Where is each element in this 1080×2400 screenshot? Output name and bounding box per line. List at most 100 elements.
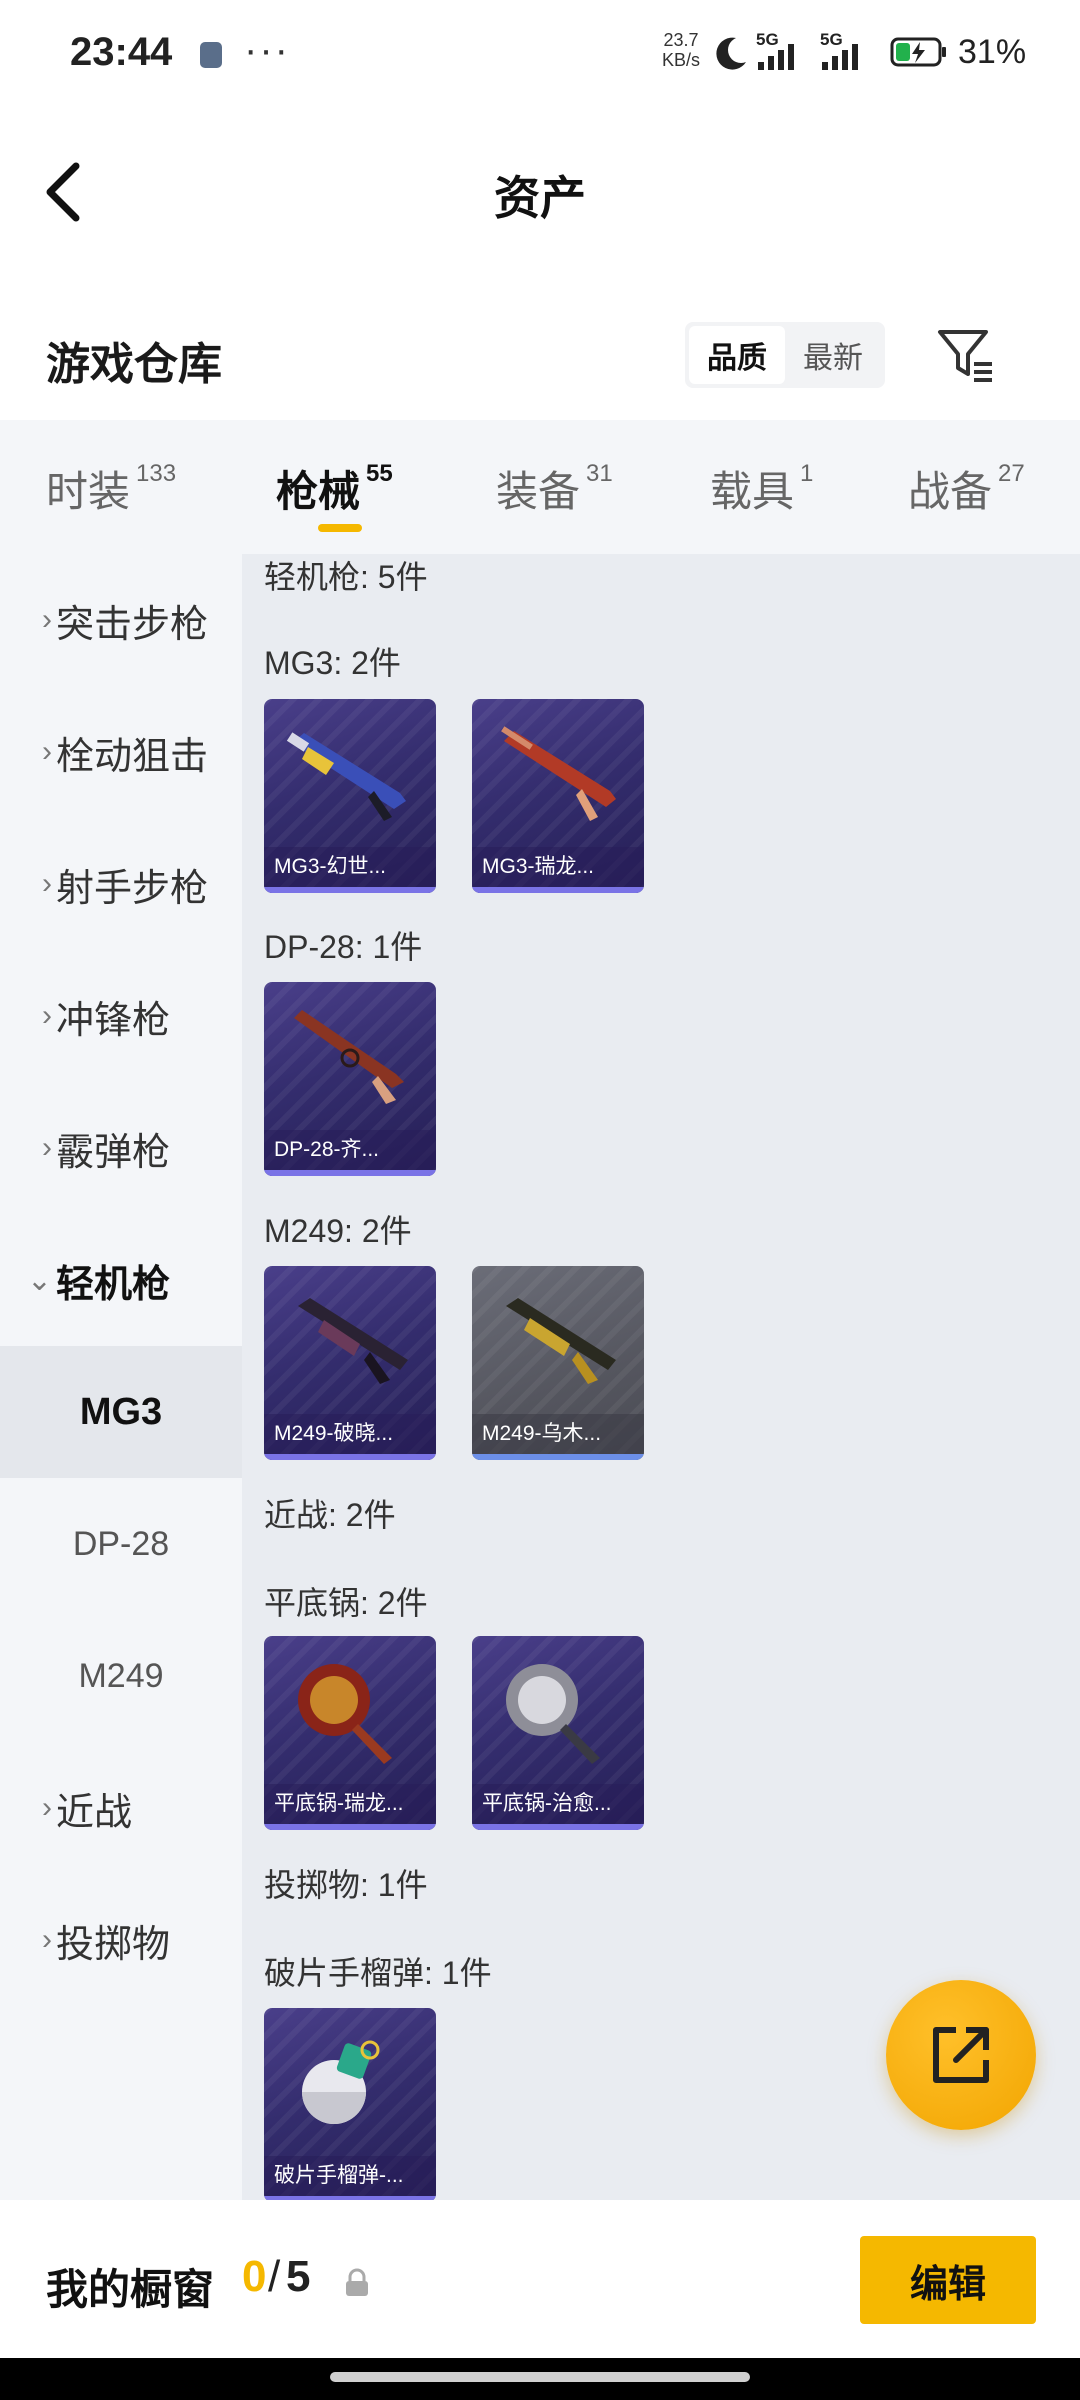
tab-vehicles[interactable]: 载具 1 bbox=[710, 458, 813, 519]
rarity-bar bbox=[472, 1824, 644, 1830]
share-button[interactable] bbox=[886, 1980, 1036, 2130]
tab-count: 31 bbox=[586, 460, 613, 487]
item-card[interactable]: MG3-瑞龙... bbox=[472, 699, 644, 893]
chevron-down-icon: ⌄ bbox=[26, 1263, 52, 1297]
sidebar-subitem-m249[interactable]: M249 bbox=[0, 1610, 242, 1742]
tab-label: 载具 bbox=[710, 468, 795, 515]
do-not-disturb-moon-icon bbox=[716, 37, 746, 70]
signal-strength-icon bbox=[822, 44, 858, 70]
section-header-pan: 平底锅: 2件 bbox=[264, 1585, 428, 1621]
chevron-right-icon: › bbox=[42, 999, 52, 1032]
battery-charging-icon bbox=[890, 37, 946, 67]
sidebar-item-smg[interactable]: › 冲锋枪 bbox=[0, 950, 242, 1082]
chevron-right-icon: › bbox=[42, 735, 52, 768]
more-notifications-icon: ··· bbox=[244, 28, 290, 72]
item-card-label: MG3-幻世... bbox=[264, 847, 436, 887]
showcase-bar: 我的橱窗 0 / 5 编辑 bbox=[0, 2200, 1080, 2358]
tab-weapons[interactable]: 枪械 55 bbox=[276, 458, 393, 519]
section-header-mg3: MG3: 2件 bbox=[264, 645, 401, 681]
tab-count: 133 bbox=[136, 460, 177, 487]
tab-label: 枪械 bbox=[276, 468, 361, 515]
network-speed-unit: KB/s bbox=[662, 50, 701, 70]
item-card-label: 平底锅-治愈... bbox=[472, 1784, 644, 1824]
tab-count: 27 bbox=[998, 460, 1025, 487]
tab-label: 装备 bbox=[496, 468, 581, 515]
sidebar-item-label: 霰弹枪 bbox=[56, 1131, 171, 1174]
network-speed-value: 23.7 bbox=[663, 30, 699, 50]
pan-gold-skin-icon bbox=[298, 1664, 392, 1764]
sidebar-item-label: 轻机枪 bbox=[56, 1263, 171, 1306]
sidebar-item-throwable[interactable]: › 投掷物 bbox=[0, 1874, 242, 2006]
section-header-frag-grenade: 破片手榴弹: 1件 bbox=[264, 1955, 492, 1991]
rarity-bar bbox=[264, 1170, 436, 1176]
sort-toggle: 品质 最新 bbox=[685, 322, 885, 388]
showcase-separator: / bbox=[268, 2252, 281, 2301]
item-card-label: MG3-瑞龙... bbox=[472, 847, 644, 887]
rarity-bar bbox=[472, 1454, 644, 1460]
item-card[interactable]: 平底锅-瑞龙... bbox=[264, 1636, 436, 1830]
tab-count: 55 bbox=[366, 460, 393, 487]
sidebar-item-marksman-rifle[interactable]: › 射手步枪 bbox=[0, 818, 242, 950]
battery-percent: 31% bbox=[958, 33, 1027, 71]
page-header: 资产 bbox=[0, 110, 1080, 270]
sidebar-subitem-mg3[interactable]: MG3 bbox=[0, 1346, 242, 1478]
tab-count: 1 bbox=[800, 460, 814, 487]
sidebar-item-label: 栓动狙击 bbox=[56, 735, 209, 778]
chevron-right-icon: › bbox=[42, 603, 52, 636]
item-card-label: DP-28-齐... bbox=[264, 1130, 436, 1170]
sidebar-item-shotgun[interactable]: › 霰弹枪 bbox=[0, 1082, 242, 1214]
item-card[interactable]: DP-28-齐... bbox=[264, 982, 436, 1176]
home-indicator[interactable] bbox=[330, 2372, 750, 2382]
section-header-melee: 近战: 2件 bbox=[264, 1497, 396, 1533]
item-card[interactable]: M249-破晓... bbox=[264, 1266, 436, 1460]
warehouse-bar: 游戏仓库 品质 最新 bbox=[0, 290, 1080, 420]
item-card[interactable]: 破片手榴弹-... bbox=[264, 2008, 436, 2200]
rarity-bar bbox=[264, 1824, 436, 1830]
sidebar-item-label: 冲锋枪 bbox=[56, 999, 171, 1042]
rarity-bar bbox=[264, 887, 436, 893]
tab-fashion[interactable]: 时装 133 bbox=[46, 458, 176, 519]
sidebar-subitem-dp28[interactable]: DP-28 bbox=[0, 1478, 242, 1610]
warehouse-title: 游戏仓库 bbox=[46, 340, 222, 389]
chevron-right-icon: › bbox=[42, 1131, 52, 1164]
sidebar-item-label: 近战 bbox=[56, 1791, 133, 1834]
filter-icon[interactable] bbox=[934, 324, 996, 386]
item-card-label: 平底锅-瑞龙... bbox=[264, 1784, 436, 1824]
grenade-skin-icon bbox=[302, 2040, 380, 2124]
m249-dark-skin-icon bbox=[298, 1298, 408, 1384]
sidebar-item-assault-rifle[interactable]: › 突击步枪 bbox=[0, 554, 242, 686]
category-tabs: 时装 133 枪械 55 装备 31 载具 1 战备 27 bbox=[0, 420, 1080, 554]
tab-label: 时装 bbox=[46, 468, 131, 515]
section-header-m249: M249: 2件 bbox=[264, 1213, 412, 1249]
sidebar-item-lmg[interactable]: ⌄ 轻机枪 bbox=[0, 1214, 242, 1346]
item-card-label: M249-乌木... bbox=[472, 1414, 644, 1454]
item-card[interactable]: 平底锅-治愈... bbox=[472, 1636, 644, 1830]
system-nav-bar bbox=[0, 2358, 1080, 2400]
status-time: 23:44 bbox=[70, 30, 173, 74]
sort-by-quality-button[interactable]: 品质 bbox=[689, 326, 785, 384]
page-title: 资产 bbox=[494, 172, 586, 224]
item-card-label: M249-破晓... bbox=[264, 1414, 436, 1454]
section-header-lmg: 轻机枪: 5件 bbox=[264, 559, 428, 595]
rarity-bar bbox=[472, 887, 644, 893]
sidebar-item-label: 投掷物 bbox=[56, 1923, 171, 1966]
network-speed: 23.7 KB/s bbox=[662, 30, 700, 70]
lmg-blue-skin-icon bbox=[286, 732, 406, 821]
tab-equipment[interactable]: 装备 31 bbox=[496, 458, 613, 519]
sort-by-newest-button[interactable]: 最新 bbox=[785, 326, 881, 384]
edit-button[interactable]: 编辑 bbox=[860, 2236, 1036, 2324]
active-tab-indicator bbox=[318, 524, 362, 532]
sidebar-item-label: 突击步枪 bbox=[56, 603, 209, 646]
sidebar-item-bolt-sniper[interactable]: › 栓动狙击 bbox=[0, 686, 242, 818]
item-card[interactable]: MG3-幻世... bbox=[264, 699, 436, 893]
m249-gold-skin-icon bbox=[506, 1298, 616, 1384]
item-card[interactable]: M249-乌木... bbox=[472, 1266, 644, 1460]
tab-supplies[interactable]: 战备 27 bbox=[908, 458, 1025, 519]
sidebar: › 突击步枪 › 栓动狙击 › 射手步枪 › 冲锋枪 › 霰弹枪 ⌄ 轻机枪 M… bbox=[0, 554, 242, 2200]
showcase-total: 5 bbox=[286, 2252, 311, 2301]
lmg-red-skin-icon bbox=[501, 726, 616, 821]
section-header-throwable: 投掷物: 1件 bbox=[264, 1867, 428, 1903]
lock-icon bbox=[346, 2268, 368, 2296]
sidebar-item-melee[interactable]: › 近战 bbox=[0, 1742, 242, 1874]
rarity-bar bbox=[264, 1454, 436, 1460]
